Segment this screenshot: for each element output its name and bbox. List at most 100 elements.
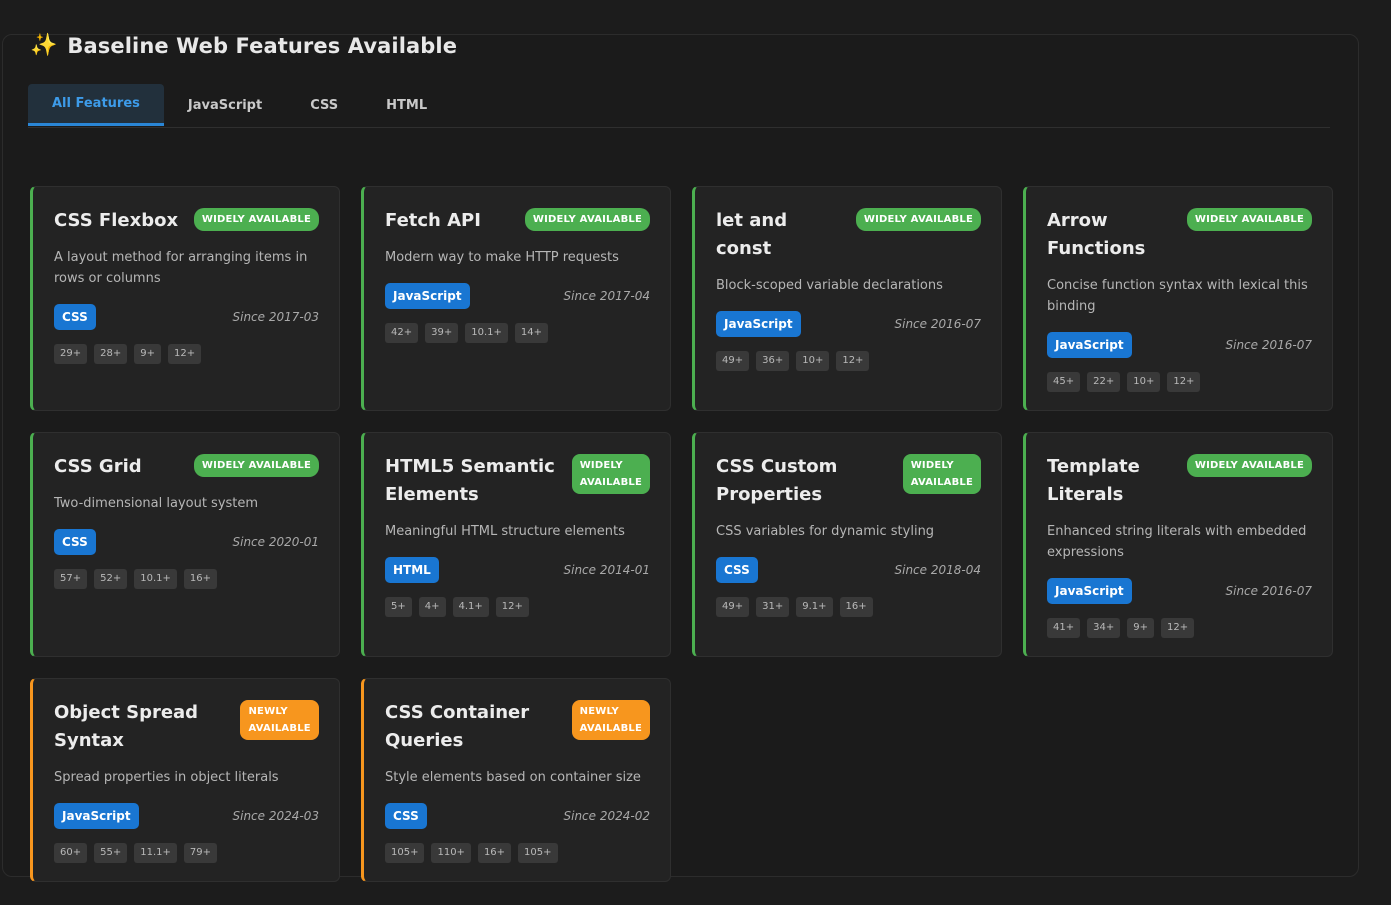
browser-version: 9+ — [1127, 618, 1154, 638]
browser-version: 10+ — [1127, 372, 1161, 392]
browser-version: 4+ — [418, 597, 446, 617]
status-badge: WIDELY AVAILABLE — [571, 454, 650, 494]
feature-card[interactable]: CSS Grid WIDELY AVAILABLE Two-dimensiona… — [30, 432, 340, 657]
tab-javascript[interactable]: JavaScript — [164, 84, 286, 126]
browser-version: 10.1+ — [134, 569, 177, 589]
feature-description: Modern way to make HTTP requests — [385, 250, 619, 265]
browser-version: 105+ — [385, 843, 425, 863]
browser-version: 14+ — [514, 323, 548, 343]
tab-html[interactable]: HTML — [362, 84, 451, 126]
category-badge: JavaScript — [54, 803, 139, 829]
feature-description: Block-scoped variable declarations — [716, 278, 943, 293]
browser-versions: 105+ 110+ 16+ 105+ — [385, 843, 650, 863]
feature-title: CSS Container Queries — [385, 702, 530, 751]
sparkles-icon: ✨ — [30, 33, 58, 58]
browser-version: 16+ — [183, 569, 217, 589]
since-date: Since 2014-01 — [563, 563, 651, 577]
browser-version: 22+ — [1087, 372, 1121, 392]
browser-version: 55+ — [94, 843, 128, 863]
feature-card[interactable]: CSS Custom Properties WIDELY AVAILABLE C… — [692, 432, 1002, 657]
page-title: Baseline Web Features Available — [67, 34, 458, 58]
category-badge: JavaScript — [716, 311, 801, 337]
browser-version: 10.1+ — [465, 323, 508, 343]
feature-description: Concise function syntax with lexical thi… — [1047, 278, 1308, 314]
feature-card[interactable]: Fetch API WIDELY AVAILABLE Modern way to… — [361, 186, 671, 411]
since-date: Since 2016-07 — [1225, 584, 1313, 598]
since-date: Since 2017-03 — [232, 310, 320, 324]
category-badge: JavaScript — [1047, 578, 1132, 604]
browser-version: 12+ — [1160, 618, 1195, 638]
status-badge: WIDELY AVAILABLE — [193, 208, 319, 231]
browser-version: 60+ — [54, 843, 88, 863]
browser-version: 9+ — [134, 344, 161, 364]
feature-title: let and const — [716, 210, 788, 259]
feature-title: Object Spread Syntax — [54, 702, 199, 751]
category-badge: CSS — [385, 803, 427, 829]
browser-version: 10+ — [796, 351, 830, 371]
browser-version: 16+ — [477, 843, 512, 863]
feature-card[interactable]: let and const WIDELY AVAILABLE Block-sco… — [692, 186, 1002, 411]
category-badge: CSS — [54, 529, 96, 555]
feature-grid: CSS Flexbox WIDELY AVAILABLE A layout me… — [30, 186, 1333, 882]
browser-version: 12+ — [495, 597, 529, 617]
browser-version: 45+ — [1047, 372, 1081, 392]
feature-description: Style elements based on container size — [385, 770, 641, 785]
feature-title: HTML5 Semantic Elements — [385, 456, 555, 505]
browser-versions: 49+ 31+ 9.1+ 16+ — [716, 597, 981, 617]
browser-versions: 29+ 28+ 9+ 12+ — [54, 344, 319, 364]
page-header: ✨ Baseline Web Features Available — [30, 34, 457, 58]
browser-version: 16+ — [839, 597, 873, 617]
status-badge: WIDELY AVAILABLE — [524, 208, 650, 231]
browser-version: 29+ — [54, 344, 88, 364]
category-badge: JavaScript — [1047, 332, 1132, 358]
category-badge: HTML — [385, 557, 439, 583]
feature-card[interactable]: Template Literals WIDELY AVAILABLE Enhan… — [1023, 432, 1333, 657]
status-badge: WIDELY AVAILABLE — [1186, 454, 1312, 477]
feature-card[interactable]: CSS Flexbox WIDELY AVAILABLE A layout me… — [30, 186, 340, 411]
browser-version: 9.1+ — [796, 597, 833, 617]
status-badge: WIDELY AVAILABLE — [902, 454, 981, 494]
feature-description: Meaningful HTML structure elements — [385, 524, 625, 539]
since-date: Since 2024-03 — [232, 809, 320, 823]
browser-versions: 41+ 34+ 9+ 12+ — [1047, 618, 1312, 638]
since-date: Since 2016-07 — [1225, 338, 1313, 352]
browser-version: 5+ — [385, 597, 412, 617]
browser-version: 34+ — [1087, 618, 1121, 638]
browser-versions: 42+ 39+ 10.1+ 14+ — [385, 323, 650, 343]
feature-card[interactable]: Object Spread Syntax NEWLY AVAILABLE Spr… — [30, 678, 340, 882]
browser-versions: 49+ 36+ 10+ 12+ — [716, 351, 981, 371]
browser-version: 4.1+ — [452, 597, 489, 617]
status-badge: WIDELY AVAILABLE — [855, 208, 981, 231]
status-badge: NEWLY AVAILABLE — [240, 700, 319, 740]
browser-version: 52+ — [94, 569, 128, 589]
feature-description: Spread properties in object literals — [54, 770, 279, 785]
status-badge: NEWLY AVAILABLE — [571, 700, 650, 740]
browser-version: 28+ — [94, 344, 128, 364]
browser-versions: 60+ 55+ 11.1+ 79+ — [54, 843, 319, 863]
browser-version: 12+ — [836, 351, 870, 371]
status-badge: WIDELY AVAILABLE — [193, 454, 319, 477]
browser-version: 12+ — [167, 344, 202, 364]
browser-version: 105+ — [518, 843, 558, 863]
browser-version: 39+ — [425, 323, 459, 343]
browser-version: 41+ — [1047, 618, 1081, 638]
browser-versions: 45+ 22+ 10+ 12+ — [1047, 372, 1312, 392]
browser-version: 12+ — [1167, 372, 1201, 392]
browser-versions: 57+ 52+ 10.1+ 16+ — [54, 569, 319, 589]
feature-description: Enhanced string literals with embedded e… — [1047, 524, 1307, 560]
feature-card[interactable]: CSS Container Queries NEWLY AVAILABLE St… — [361, 678, 671, 882]
status-badge: WIDELY AVAILABLE — [1186, 208, 1312, 231]
browser-version: 36+ — [756, 351, 790, 371]
feature-description: Two-dimensional layout system — [54, 496, 259, 511]
feature-title: Arrow Functions — [1047, 210, 1146, 259]
feature-description: CSS variables for dynamic styling — [716, 524, 935, 539]
feature-card[interactable]: HTML5 Semantic Elements WIDELY AVAILABLE… — [361, 432, 671, 657]
browser-version: 110+ — [431, 843, 471, 863]
feature-card[interactable]: Arrow Functions WIDELY AVAILABLE Concise… — [1023, 186, 1333, 411]
feature-title: CSS Custom Properties — [716, 456, 838, 505]
tab-css[interactable]: CSS — [286, 84, 362, 126]
browser-version: 79+ — [183, 843, 217, 863]
feature-title: CSS Grid — [54, 456, 142, 477]
browser-version: 57+ — [54, 569, 88, 589]
tab-all-features[interactable]: All Features — [28, 84, 164, 126]
